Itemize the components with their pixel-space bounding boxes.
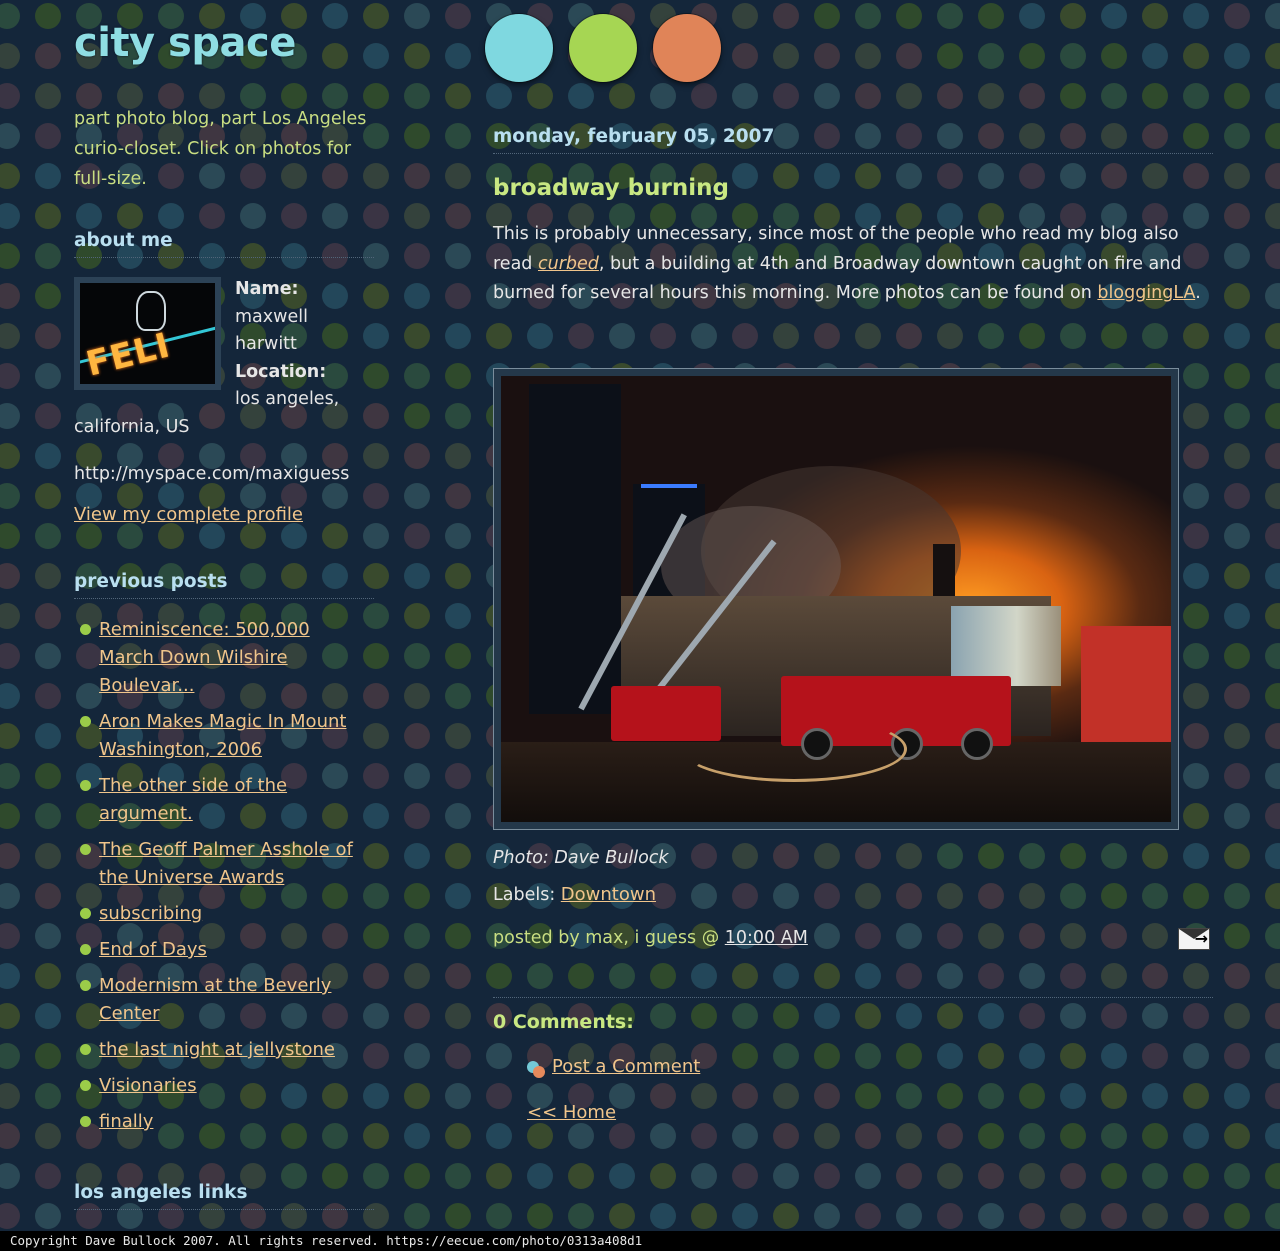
- bullet-icon: [80, 780, 91, 791]
- post-footer: posted by max, i guess @ 10:00 AM: [493, 928, 808, 948]
- previous-posts-heading: previous posts: [74, 571, 374, 599]
- label-downtown-link[interactable]: Downtown: [561, 884, 656, 905]
- previous-post-link[interactable]: subscribing: [99, 900, 384, 928]
- post-time-link[interactable]: 10:00 AM: [725, 928, 808, 948]
- photo-caption: Photo: Dave Bullock: [493, 848, 669, 868]
- previous-post-link[interactable]: argument.: [99, 800, 384, 828]
- profile-name-line2: harwitt: [235, 334, 297, 354]
- posted-by-text: posted by max, i guess @: [493, 928, 725, 948]
- previous-post-link[interactable]: The other side of the: [99, 772, 384, 800]
- curbed-link[interactable]: curbed: [538, 254, 599, 274]
- previous-post-link[interactable]: Aron Makes Magic In Mount: [99, 708, 384, 736]
- profile-name-label: Name:: [235, 279, 299, 299]
- post-photo-frame[interactable]: [493, 368, 1179, 830]
- profile-location-label: Location:: [235, 362, 327, 382]
- previous-post-link[interactable]: Modernism at the Beverly: [99, 972, 384, 1000]
- billboard: [933, 544, 955, 596]
- post-date-header: monday, february 05, 2007: [493, 126, 1213, 154]
- bullet-icon: [80, 1080, 91, 1091]
- view-complete-profile-link[interactable]: View my complete profile: [74, 504, 303, 525]
- profile-photo[interactable]: FELI: [74, 277, 221, 390]
- post-labels: Labels: Downtown: [493, 884, 656, 905]
- mural-wall: [951, 606, 1061, 686]
- home-link[interactable]: << Home: [527, 1102, 616, 1123]
- blog-description: part photo blog, part Los Angeles curio-…: [74, 109, 367, 189]
- truck-wheel: [961, 728, 993, 760]
- profile-name-line1: maxwell: [235, 307, 308, 327]
- post-body: This is probably unnecessary, since most…: [493, 220, 1218, 309]
- bullet-icon: [80, 1044, 91, 1055]
- blog-page: city space part photo blog, part Los Ang…: [0, 0, 1280, 1231]
- bullet-icon: [80, 944, 91, 955]
- previous-post-link[interactable]: End of Days: [99, 936, 384, 964]
- labels-prefix: Labels:: [493, 885, 561, 905]
- comment-bubble-icon: [527, 1061, 545, 1079]
- bullet-icon: [80, 908, 91, 919]
- about-me-heading: about me: [74, 230, 374, 258]
- previous-post-link[interactable]: Visionaries: [99, 1072, 384, 1100]
- previous-post-link[interactable]: March Down Wilshire: [99, 644, 384, 672]
- bullet-icon: [80, 980, 91, 991]
- previous-post-link[interactable]: Boulevar...: [99, 672, 384, 700]
- blog-title[interactable]: city space: [74, 20, 296, 66]
- fire-hose: [681, 716, 907, 782]
- copyright-footer: Copyright Dave Bullock 2007. All rights …: [0, 1231, 1280, 1251]
- post-title[interactable]: broadway burning: [493, 175, 729, 201]
- bullet-icon: [80, 716, 91, 727]
- comments-divider: [493, 997, 1213, 998]
- tower-light: [641, 484, 697, 488]
- bullet-icon: [80, 624, 91, 635]
- decorative-circle-green: [569, 14, 637, 82]
- post-body-text-3: .: [1195, 283, 1201, 303]
- profile-location-line2: california, US: [74, 417, 190, 437]
- decorative-circle-cyan: [485, 14, 553, 82]
- bullet-icon: [80, 844, 91, 855]
- fire-photo[interactable]: [501, 376, 1171, 822]
- profile-location-line1: los angeles,: [235, 389, 340, 409]
- comments-heading: 0 Comments:: [493, 1011, 634, 1033]
- previous-post-link[interactable]: the Universe Awards: [99, 864, 384, 892]
- los-angeles-links-heading: los angeles links: [74, 1182, 374, 1210]
- bullet-icon: [80, 1116, 91, 1127]
- previous-post-link[interactable]: Reminiscence: 500,000: [99, 616, 384, 644]
- decorative-circle-orange: [653, 14, 721, 82]
- post-comment-link[interactable]: Post a Comment: [552, 1056, 700, 1077]
- email-post-icon[interactable]: [1178, 928, 1210, 950]
- previous-post-link[interactable]: the last night at jellystone: [99, 1036, 384, 1064]
- profile-website: http://myspace.com/maxiguess: [74, 464, 350, 484]
- previous-post-link[interactable]: finally: [99, 1108, 384, 1136]
- red-structure: [1081, 626, 1171, 756]
- bloggingla-link[interactable]: bloggingLA: [1097, 283, 1195, 303]
- previous-post-link[interactable]: Center: [99, 1000, 384, 1028]
- previous-post-link[interactable]: The Geoff Palmer Asshole of: [99, 836, 384, 864]
- previous-post-link[interactable]: Washington, 2006: [99, 736, 384, 764]
